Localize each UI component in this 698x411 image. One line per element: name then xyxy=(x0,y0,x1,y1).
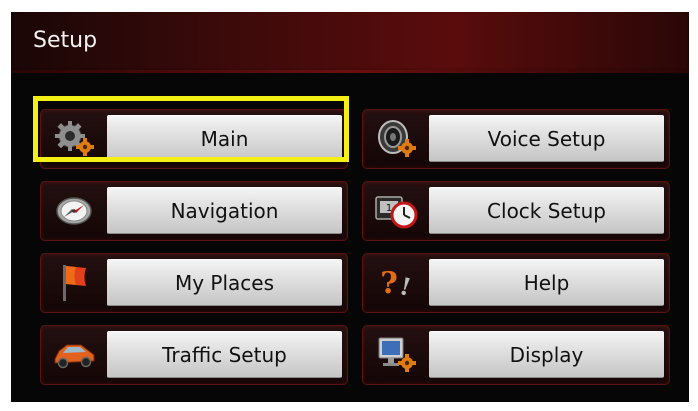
tile-my-places[interactable]: My Places xyxy=(40,253,348,313)
gears-icon xyxy=(47,116,101,160)
navigation-button[interactable]: Navigation xyxy=(107,187,342,234)
tile-voice-setup[interactable]: Voice Setup xyxy=(362,109,670,169)
voice-setup-button[interactable]: Voice Setup xyxy=(429,115,664,162)
tile-main[interactable]: Main xyxy=(40,109,348,169)
clock-setup-button[interactable]: Clock Setup xyxy=(429,187,664,234)
svg-text:?: ? xyxy=(380,266,398,300)
car-icon xyxy=(47,332,101,376)
my-places-button[interactable]: My Places xyxy=(107,259,342,306)
speaker-icon xyxy=(369,116,423,160)
svg-text:!: ! xyxy=(397,271,415,300)
monitor-icon xyxy=(369,332,423,376)
tile-display[interactable]: Display xyxy=(362,325,670,385)
tile-traffic-setup[interactable]: Traffic Setup xyxy=(40,325,348,385)
display-button[interactable]: Display xyxy=(429,331,664,378)
title-divider xyxy=(11,70,689,73)
title-bar: Setup xyxy=(11,12,689,73)
compass-icon xyxy=(47,188,101,232)
question-icon: ? ! xyxy=(369,260,423,304)
tile-clock-setup[interactable]: 1 Clock Setup xyxy=(362,181,670,241)
help-button[interactable]: Help xyxy=(429,259,664,306)
flag-icon xyxy=(47,260,101,304)
setup-screen: Setup Main Voice Setup Navigation 1 Cloc… xyxy=(11,12,689,402)
tile-navigation[interactable]: Navigation xyxy=(40,181,348,241)
traffic-setup-button[interactable]: Traffic Setup xyxy=(107,331,342,378)
tile-help[interactable]: ? ! Help xyxy=(362,253,670,313)
main-button[interactable]: Main xyxy=(107,115,342,162)
page-title: Setup xyxy=(33,28,98,53)
clock-icon: 1 xyxy=(369,188,423,232)
